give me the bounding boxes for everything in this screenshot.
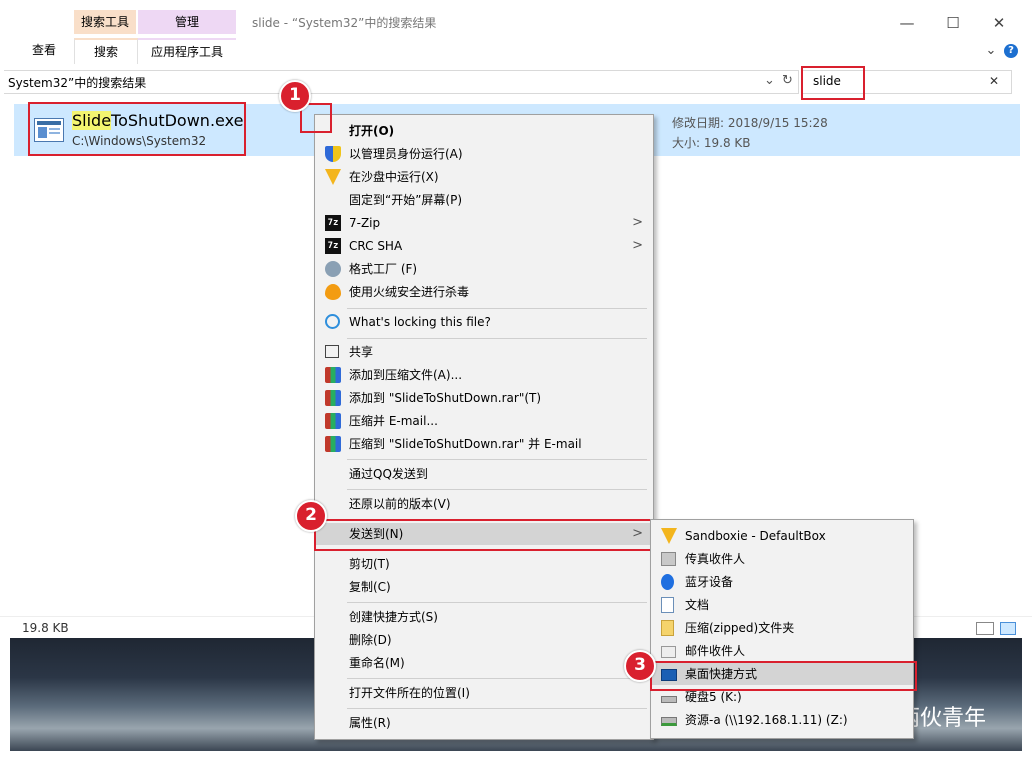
help-button[interactable]: ?: [1004, 44, 1018, 58]
context-tab-label: 管理: [174, 15, 199, 29]
menu-separator: [347, 338, 647, 339]
menu-crc-sha[interactable]: 7z CRC SHA >: [315, 235, 653, 257]
menu-separator: [347, 489, 647, 490]
send-to-highlight-box: [314, 519, 652, 551]
maximize-button[interactable]: ☐: [942, 12, 964, 34]
bluetooth-icon: [661, 574, 674, 590]
ribbon-expand-icon[interactable]: ⌄: [980, 40, 1002, 62]
menu-7zip[interactable]: 7z 7-Zip >: [315, 212, 653, 234]
context-menu: 打开(O) 以管理员身份运行(A) 在沙盘中运行(X) 固定到“开始”屏幕(P)…: [314, 114, 654, 740]
menu-add-rar[interactable]: 添加到 "SlideToShutDown.rar"(T): [315, 387, 653, 409]
sendto-network-drive[interactable]: 资源-a (\\192.168.1.11) (Z:): [651, 709, 913, 731]
documents-icon: [661, 597, 674, 613]
step-badge-2: 2: [295, 500, 327, 532]
winrar-icon: [325, 390, 341, 406]
context-tab-search-tools[interactable]: 搜索工具: [74, 10, 136, 34]
menu-separator: [347, 602, 647, 603]
menu-sandbox[interactable]: 在沙盘中运行(X): [315, 166, 653, 188]
lock-search-icon: [325, 314, 340, 329]
desktop-shortcut-highlight-box: [650, 661, 917, 691]
sendto-mail[interactable]: 邮件收件人: [651, 640, 913, 662]
winrar-icon: [325, 413, 341, 429]
menu-add-archive[interactable]: 添加到压缩文件(A)...: [315, 364, 653, 386]
file-highlight-box: [28, 102, 246, 156]
menu-whats-locking[interactable]: What's locking this file?: [315, 311, 653, 333]
menu-compress-email[interactable]: 压缩并 E-mail...: [315, 410, 653, 432]
sandboxie-icon: [325, 169, 341, 185]
network-drive-icon: [661, 717, 677, 726]
sendto-documents[interactable]: 文档: [651, 594, 913, 616]
7zip-icon: 7z: [325, 215, 341, 231]
shield-icon: [325, 146, 341, 162]
menu-restore-previous[interactable]: 还原以前的版本(V): [315, 493, 653, 515]
search-clear-icon[interactable]: ✕: [989, 74, 999, 88]
mail-icon: [661, 646, 676, 658]
menu-open-location[interactable]: 打开文件所在的位置(I): [315, 682, 653, 704]
menu-separator: [347, 708, 647, 709]
sendto-bluetooth[interactable]: 蓝牙设备: [651, 571, 913, 593]
submenu-arrow-icon: >: [632, 238, 643, 253]
menu-separator: [347, 459, 647, 460]
zip-folder-icon: [661, 620, 674, 636]
sendto-sandboxie[interactable]: Sandboxie - DefaultBox: [651, 525, 913, 547]
menu-separator: [347, 678, 647, 679]
refresh-icon[interactable]: ↻: [782, 73, 793, 88]
ribbon-tab-search[interactable]: 搜索: [74, 38, 138, 64]
menu-separator: [347, 308, 647, 309]
menu-copy[interactable]: 复制(C): [315, 576, 653, 598]
details-view-icon[interactable]: [976, 622, 994, 635]
minimize-button[interactable]: —: [896, 12, 918, 34]
share-icon: [325, 345, 339, 358]
close-button[interactable]: ✕: [988, 12, 1010, 34]
status-size: 19.8 KB: [22, 621, 69, 635]
menu-huorong[interactable]: 使用火绒安全进行杀毒: [315, 281, 653, 303]
sandboxie-icon: [661, 528, 677, 544]
menu-cut[interactable]: 剪切(T): [315, 553, 653, 575]
7zip-icon: 7z: [325, 238, 341, 254]
menu-properties[interactable]: 属性(R): [315, 712, 653, 734]
file-size: 大小: 19.8 KB: [672, 136, 751, 150]
hard-drive-icon: [661, 696, 677, 703]
submenu-arrow-icon: >: [632, 215, 643, 230]
menu-rename[interactable]: 重命名(M): [315, 652, 653, 674]
step-badge-3: 3: [624, 650, 656, 682]
context-tab-manage[interactable]: 管理: [138, 10, 236, 34]
sendto-zip-folder[interactable]: 压缩(zipped)文件夹: [651, 617, 913, 639]
menu-delete[interactable]: 删除(D): [315, 629, 653, 651]
address-text: System32”中的搜索结果: [8, 76, 147, 90]
flame-icon: [325, 284, 341, 300]
menu-compress-rar-email[interactable]: 压缩到 "SlideToShutDown.rar" 并 E-mail: [315, 433, 653, 455]
menu-send-qq[interactable]: 通过QQ发送到: [315, 463, 653, 485]
winrar-icon: [325, 367, 341, 383]
context-tab-label: 搜索工具: [80, 15, 129, 29]
menu-pin-start[interactable]: 固定到“开始”屏幕(P): [315, 189, 653, 211]
fax-icon: [661, 552, 676, 566]
menu-format-factory[interactable]: 格式工厂 (F): [315, 258, 653, 280]
ribbon-tab-view[interactable]: 查看: [22, 38, 66, 62]
address-bar[interactable]: System32”中的搜索结果 ⌄ ↻: [4, 70, 799, 94]
sendto-fax[interactable]: 传真收件人: [651, 548, 913, 570]
format-factory-icon: [325, 261, 341, 277]
step-badge-1: 1: [279, 80, 311, 112]
send-to-submenu: Sandboxie - DefaultBox 传真收件人 蓝牙设备 文档 压缩(…: [650, 519, 914, 739]
menu-create-shortcut[interactable]: 创建快捷方式(S): [315, 606, 653, 628]
menu-run-as-admin[interactable]: 以管理员身份运行(A): [315, 143, 653, 165]
large-icons-view-icon[interactable]: [1000, 622, 1016, 635]
search-highlight-box: [801, 66, 865, 100]
address-dropdown-icon[interactable]: ⌄: [764, 73, 775, 88]
menu-share[interactable]: 共享: [315, 341, 653, 363]
file-modified: 修改日期: 2018/9/15 15:28: [672, 116, 828, 130]
menu-open[interactable]: 打开(O): [315, 120, 653, 142]
winrar-icon: [325, 436, 341, 452]
window-title: slide - “System32”中的搜索结果: [252, 16, 437, 30]
ribbon-tab-app-tools[interactable]: 应用程序工具: [138, 38, 236, 64]
